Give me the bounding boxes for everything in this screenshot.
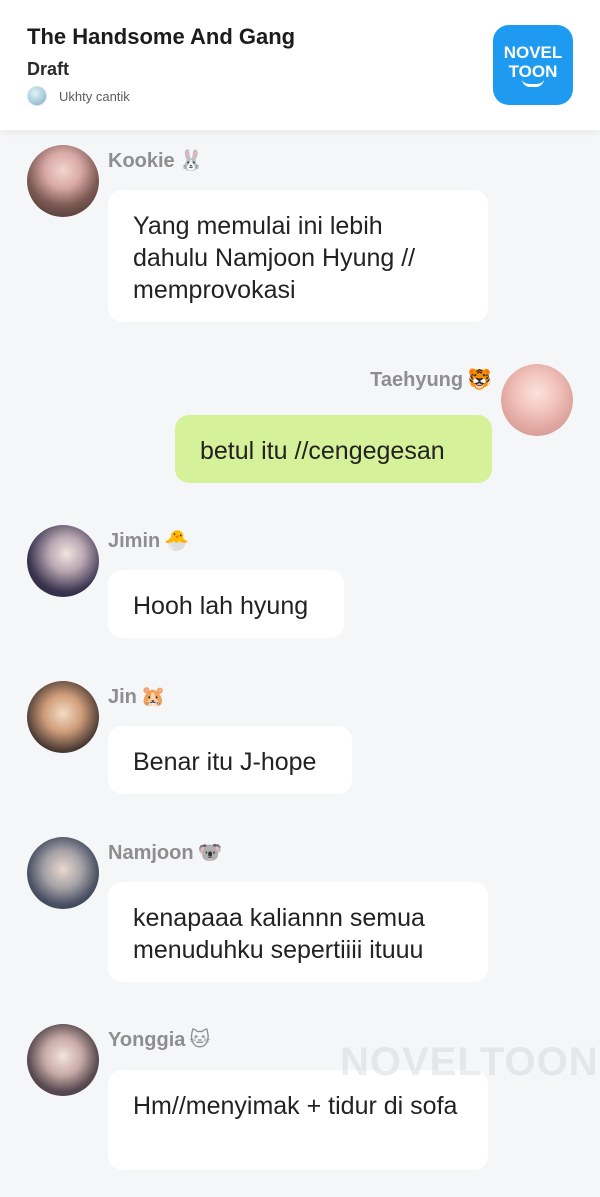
sender-name: Jimin 🐣 [108, 530, 190, 552]
tiger-emoji-icon: 🐯 [467, 369, 492, 391]
message-bubble[interactable]: Hm//menyimak + tidur di sofa [108, 1070, 488, 1170]
bunny-emoji-icon: 🐰 [178, 150, 204, 172]
avatar[interactable] [501, 364, 573, 436]
message-bubble[interactable]: betul itu //cengegesan [175, 415, 492, 483]
sender-name: Jin 🐹 [108, 686, 166, 708]
logo-smile-icon [522, 79, 544, 87]
chick-emoji-icon: 🐣 [164, 530, 190, 552]
avatar[interactable] [27, 525, 99, 597]
cat-emoji-icon: 🐱 [189, 1029, 211, 1051]
noveltoon-logo[interactable]: NOVEL TOON [493, 25, 573, 105]
message-bubble[interactable]: Benar itu J-hope [108, 726, 352, 794]
author-row[interactable]: Ukhty cantik [27, 86, 130, 106]
noveltoon-watermark: NOVELTOON [340, 1040, 599, 1084]
sender-name: Taehyung 🐯 [370, 369, 492, 391]
koala-emoji-icon: 🐨 [197, 842, 223, 864]
avatar[interactable] [27, 1024, 99, 1096]
avatar[interactable] [27, 145, 99, 217]
author-avatar[interactable] [27, 86, 47, 106]
chapter-label: Draft [27, 59, 70, 79]
sender-name: Namjoon 🐨 [108, 842, 223, 864]
story-header: The Handsome And Gang Draft Ukhty cantik… [0, 0, 600, 130]
author-name[interactable]: Ukhty cantik [59, 89, 130, 104]
avatar[interactable] [27, 681, 99, 753]
avatar[interactable] [27, 837, 99, 909]
logo-line-novel: NOVEL [503, 43, 563, 62]
message-bubble[interactable]: kenapaaa kaliannn semua menuduhku sepert… [108, 882, 488, 982]
story-title: The Handsome And Gang [27, 24, 296, 49]
message-bubble[interactable]: Hooh lah hyung [108, 570, 344, 638]
message-bubble[interactable]: Yang memulai ini lebih dahulu Namjoon Hy… [108, 190, 488, 322]
hamster-emoji-icon: 🐹 [140, 686, 166, 708]
sender-name: Kookie 🐰 [108, 150, 204, 172]
sender-name: Yonggia 🐱 [108, 1029, 211, 1051]
